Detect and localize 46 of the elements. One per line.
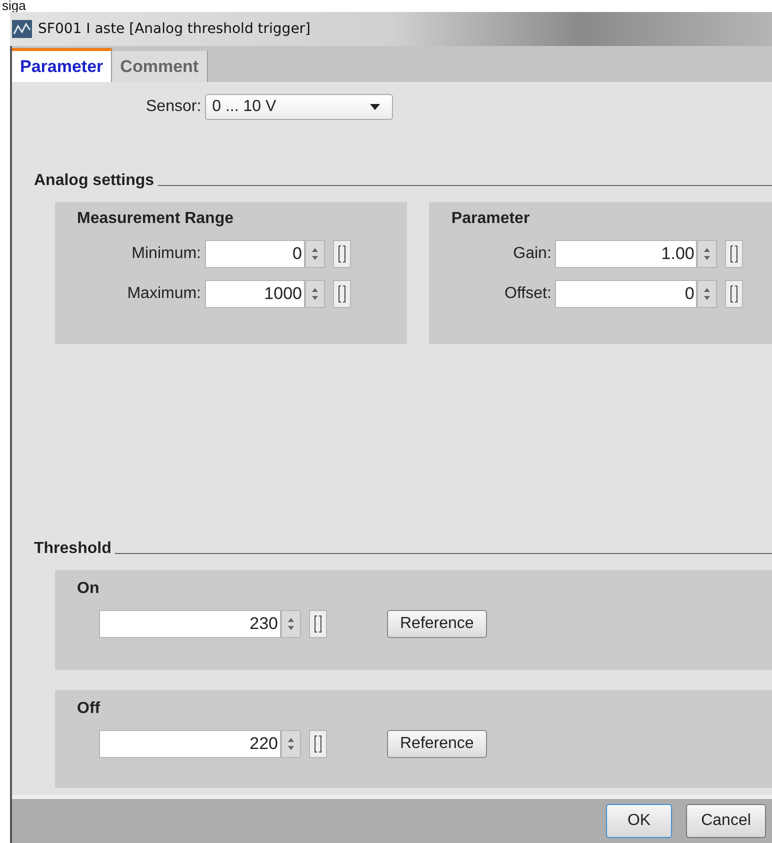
dialog-button[interactable]: OK: [606, 804, 672, 838]
field-label: Offset:: [504, 285, 552, 303]
brace-button[interactable]: [333, 240, 351, 268]
group-title: On: [77, 580, 100, 598]
field-label: Minimum:: [130, 245, 201, 263]
number-field[interactable]: 230: [99, 610, 281, 638]
spinner[interactable]: [697, 280, 718, 308]
window-title: SF001 I aste [Analog threshold trigger]: [38, 21, 311, 37]
number-field[interactable]: 1.00: [555, 240, 698, 268]
spinner[interactable]: [281, 730, 301, 758]
spinner[interactable]: [305, 280, 325, 308]
spinner[interactable]: [697, 240, 718, 268]
number-field[interactable]: 0: [555, 280, 698, 308]
tab[interactable]: Comment: [112, 51, 208, 82]
brackets-icon: [730, 245, 738, 263]
brackets-icon: [338, 285, 346, 303]
dropdown-arrow-icon: [370, 104, 380, 110]
dialog-button[interactable]: Cancel: [686, 804, 766, 838]
brace-button[interactable]: [309, 730, 327, 758]
sensor-label: Sensor:: [146, 98, 202, 116]
brackets-icon: [730, 285, 738, 303]
tab[interactable]: Parameter: [12, 48, 112, 82]
number-field[interactable]: 1000: [205, 280, 305, 308]
number-field[interactable]: 220: [99, 730, 281, 758]
reference-button[interactable]: Reference: [387, 730, 487, 758]
field-label: Gain:: [512, 245, 552, 263]
group-title: Off: [77, 700, 102, 718]
brace-button[interactable]: [725, 240, 744, 268]
brackets-icon: [314, 735, 322, 753]
group-title: Parameter: [451, 210, 531, 228]
app-logo-icon: [12, 20, 32, 38]
group-title: Measurement Range: [77, 210, 234, 228]
section-title: Threshold: [34, 540, 112, 558]
brace-button[interactable]: [725, 280, 744, 308]
spinner[interactable]: [305, 240, 325, 268]
number-field[interactable]: 0: [205, 240, 305, 268]
brackets-icon: [314, 615, 322, 633]
section-title: Analog settings: [34, 172, 154, 190]
field-label: Maximum:: [126, 285, 201, 303]
spinner[interactable]: [281, 610, 301, 638]
brackets-icon: [338, 245, 346, 263]
sensor-dropdown[interactable]: 0 ... 10 V: [205, 94, 394, 120]
brace-button[interactable]: [333, 280, 351, 308]
brace-button[interactable]: [309, 610, 327, 638]
cut-text: siga: [2, 0, 26, 12]
reference-button[interactable]: Reference: [387, 610, 487, 638]
